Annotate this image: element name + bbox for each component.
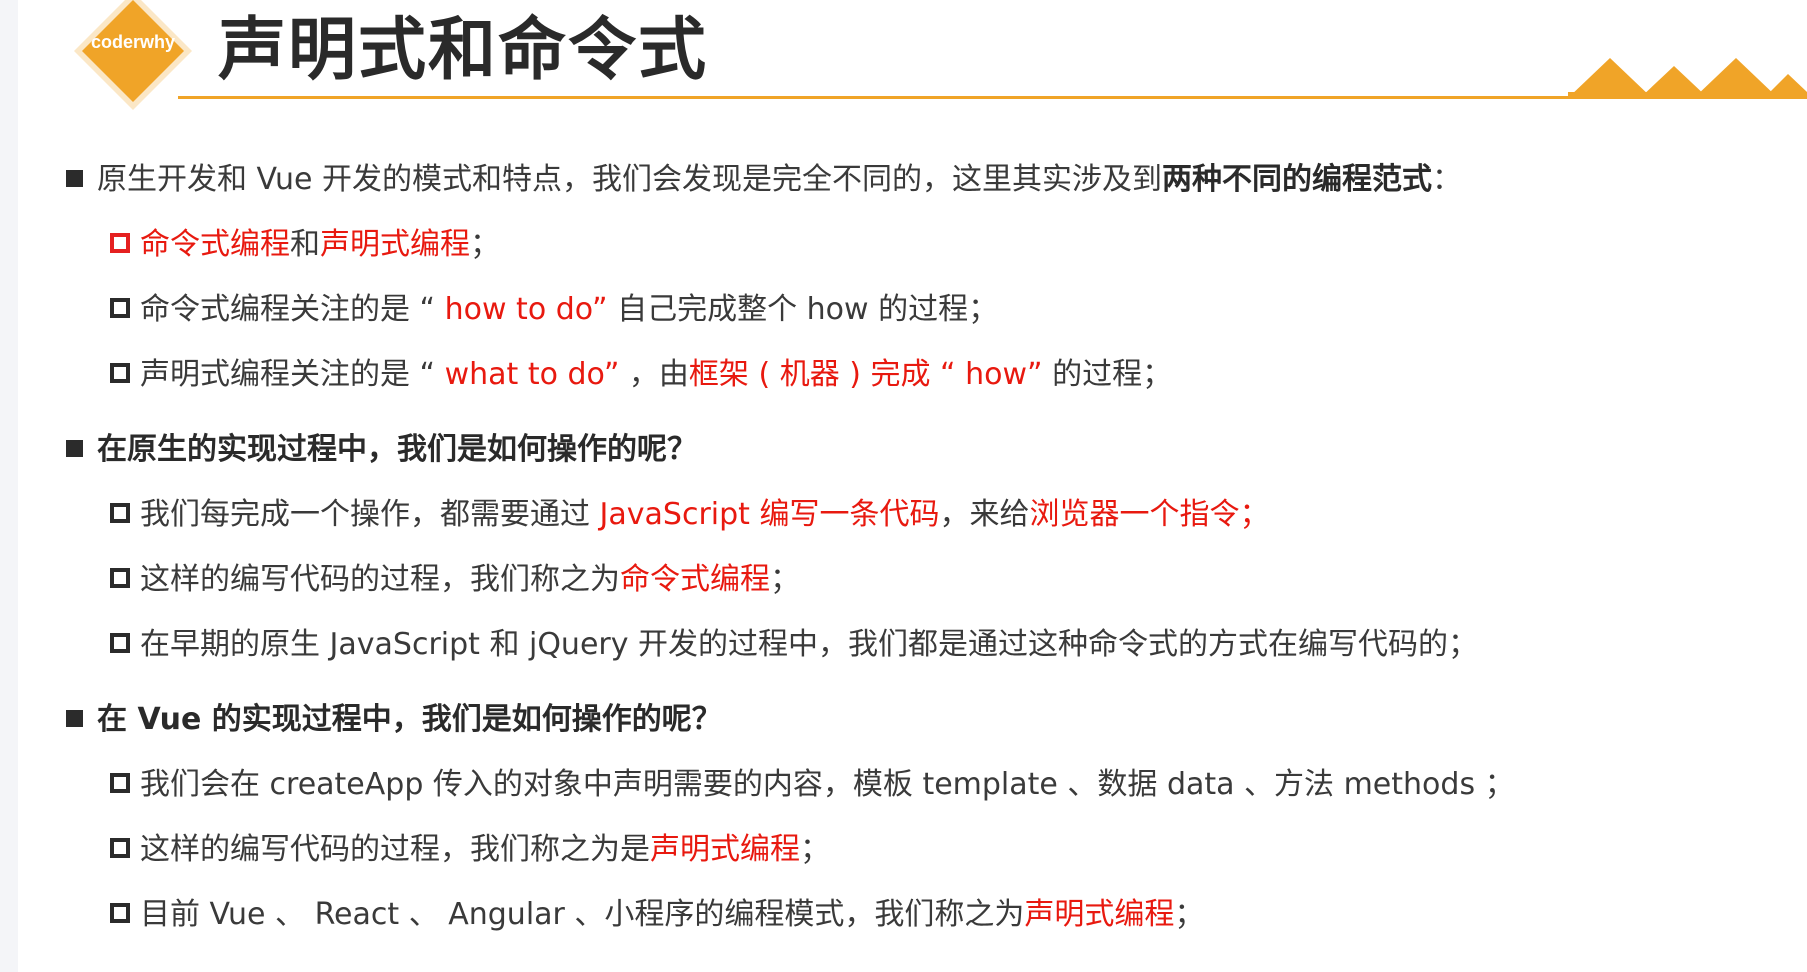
item-text: 这样的编写代码的过程，我们称之为 — [140, 562, 620, 597]
item-text: ； — [800, 832, 830, 867]
list-item: 在早期的原生 JavaScript 和 jQuery 开发的过程中，我们都是通过… — [110, 625, 1478, 665]
heading-text: 在 Vue 的实现过程中，我们是如何操作的呢？ — [97, 702, 722, 737]
section-heading: 原生开发和 Vue 开发的模式和特点，我们会发现是完全不同的，这里其实涉及到两种… — [66, 160, 1462, 200]
item-text: ，由 — [619, 357, 689, 392]
item-text: 的过程； — [1042, 357, 1173, 392]
hollow-square-bullet-icon — [110, 903, 130, 923]
list-item: 命令式编程和声明式编程； — [110, 225, 500, 265]
hollow-square-bullet-icon — [110, 233, 130, 253]
item-text: 这样的编写代码的过程，我们称之为是 — [140, 832, 650, 867]
highlight-text: 声明式编程 — [320, 227, 470, 262]
list-item: 命令式编程关注的是 “ how to do” 自己完成整个 how 的过程； — [110, 290, 998, 330]
slide: coderwhy 声明式和命令式 原生开发和 Vue 开发的模式和特点，我们会发… — [18, 0, 1807, 972]
item-text: ； — [770, 562, 800, 597]
scroll-strip — [0, 0, 18, 972]
highlight-text: how to do” — [435, 292, 608, 327]
slide-content: 原生开发和 Vue 开发的模式和特点，我们会发现是完全不同的，这里其实涉及到两种… — [18, 0, 1807, 972]
list-item: 这样的编写代码的过程，我们称之为命令式编程； — [110, 560, 800, 600]
hollow-square-bullet-icon — [110, 363, 130, 383]
item-text: 和 — [290, 227, 320, 262]
item-text: ； — [470, 227, 500, 262]
hollow-square-bullet-icon — [110, 633, 130, 653]
item-text: 我们会在 createApp 传入的对象中声明需要的内容，模板 template… — [140, 767, 1515, 802]
item-text: 命令式编程关注的是 “ — [140, 292, 436, 327]
hollow-square-bullet-icon — [110, 838, 130, 858]
hollow-square-bullet-icon — [110, 773, 130, 793]
heading-bold-text: 两种不同的编程范式 — [1162, 162, 1433, 197]
list-item: 我们会在 createApp 传入的对象中声明需要的内容，模板 template… — [110, 765, 1515, 805]
highlight-text: 命令式编程 — [140, 227, 290, 262]
section-heading: 在 Vue 的实现过程中，我们是如何操作的呢？ — [66, 700, 722, 740]
list-item: 声明式编程关注的是 “ what to do” ，由框架 ( 机器 ) 完成 “… — [110, 355, 1172, 395]
heading-text: 原生开发和 Vue 开发的模式和特点，我们会发现是完全不同的，这里其实涉及到 — [97, 162, 1163, 197]
item-text: 声明式编程关注的是 “ — [140, 357, 436, 392]
highlight-text: 浏览器一个指令； — [1029, 497, 1270, 532]
section-heading: 在原生的实现过程中，我们是如何操作的呢？ — [66, 430, 697, 470]
list-item: 这样的编写代码的过程，我们称之为是声明式编程； — [110, 830, 830, 870]
item-text: 在早期的原生 JavaScript 和 jQuery 开发的过程中，我们都是通过… — [140, 627, 1479, 662]
highlight-text: 框架 ( 机器 ) 完成 “ how” — [688, 357, 1043, 392]
highlight-text: 声明式编程 — [1024, 897, 1175, 932]
square-bullet-icon — [66, 440, 83, 457]
item-text: 我们每完成一个操作，都需要通过 — [140, 497, 600, 532]
hollow-square-bullet-icon — [110, 503, 130, 523]
square-bullet-icon — [66, 710, 83, 727]
list-item: 目前 Vue 、 React 、 Angular 、小程序的编程模式，我们称之为… — [110, 895, 1204, 935]
hollow-square-bullet-icon — [110, 298, 130, 318]
item-text: 目前 Vue 、 React 、 Angular 、小程序的编程模式，我们称之为 — [140, 897, 1025, 932]
list-item: 我们每完成一个操作，都需要通过 JavaScript 编写一条代码，来给浏览器一… — [110, 495, 1269, 535]
square-bullet-icon — [66, 170, 83, 187]
item-text: ； — [1174, 897, 1205, 932]
heading-punct: ： — [1432, 162, 1463, 197]
highlight-text: what to do” — [435, 357, 620, 392]
heading-text: 在原生的实现过程中，我们是如何操作的呢？ — [97, 432, 697, 467]
hollow-square-bullet-icon — [110, 568, 130, 588]
item-text: ，来给 — [939, 497, 1030, 532]
highlight-text: 声明式编程 — [650, 832, 800, 867]
item-text: 自己完成整个 how 的过程； — [607, 292, 999, 327]
highlight-text: 命令式编程 — [620, 562, 770, 597]
highlight-text: JavaScript 编写一条代码 — [599, 497, 940, 532]
